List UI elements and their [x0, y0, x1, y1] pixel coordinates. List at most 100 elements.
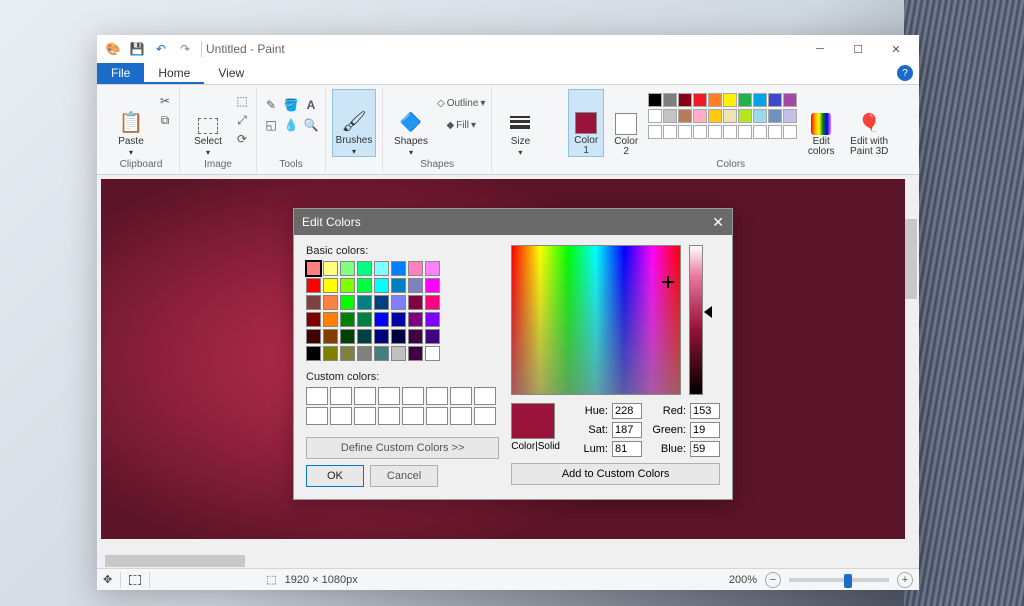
basic-swatch[interactable]	[323, 346, 338, 361]
size-button[interactable]: Size ▾	[498, 89, 542, 157]
basic-swatch[interactable]	[391, 346, 406, 361]
palette-swatch[interactable]	[723, 125, 737, 139]
palette-swatch[interactable]	[648, 125, 662, 139]
basic-swatch[interactable]	[340, 278, 355, 293]
close-icon[interactable]: ✕	[712, 214, 724, 231]
basic-swatch[interactable]	[374, 261, 389, 276]
close-button[interactable]: ✕	[877, 37, 915, 61]
custom-swatch[interactable]	[426, 387, 448, 405]
custom-swatch[interactable]	[450, 407, 472, 425]
basic-swatch[interactable]	[340, 346, 355, 361]
basic-swatch[interactable]	[425, 329, 440, 344]
ok-button[interactable]: OK	[306, 465, 364, 487]
palette-swatch[interactable]	[753, 109, 767, 123]
palette-swatch[interactable]	[693, 109, 707, 123]
rotate-icon[interactable]: ⟳	[234, 131, 250, 147]
palette-swatch[interactable]	[678, 125, 692, 139]
custom-swatch[interactable]	[450, 387, 472, 405]
minimize-button[interactable]: ─	[801, 37, 839, 61]
palette-swatch[interactable]	[723, 109, 737, 123]
palette-swatch[interactable]	[783, 125, 797, 139]
green-input[interactable]	[690, 422, 720, 438]
palette-swatch[interactable]	[663, 109, 677, 123]
paste-button[interactable]: 📋 Paste ▾	[109, 89, 153, 157]
hue-input[interactable]	[612, 403, 642, 419]
palette-swatch[interactable]	[678, 109, 692, 123]
blue-input[interactable]	[690, 441, 720, 457]
basic-swatch[interactable]	[408, 261, 423, 276]
palette-swatch[interactable]	[663, 125, 677, 139]
help-icon[interactable]: ?	[897, 65, 913, 81]
basic-swatch[interactable]	[357, 295, 372, 310]
save-icon[interactable]: 💾	[129, 41, 145, 57]
basic-swatch[interactable]	[340, 312, 355, 327]
basic-swatch[interactable]	[391, 261, 406, 276]
basic-swatch[interactable]	[374, 278, 389, 293]
magnify-icon[interactable]: 🔍	[303, 117, 319, 133]
basic-swatch[interactable]	[425, 295, 440, 310]
custom-swatch[interactable]	[426, 407, 448, 425]
palette-swatch[interactable]	[723, 93, 737, 107]
color2-button[interactable]: Color 2	[608, 89, 644, 157]
custom-swatch[interactable]	[402, 387, 424, 405]
palette-swatch[interactable]	[768, 93, 782, 107]
palette-swatch[interactable]	[708, 125, 722, 139]
basic-swatch[interactable]	[357, 329, 372, 344]
palette-swatch[interactable]	[738, 109, 752, 123]
custom-swatch[interactable]	[474, 407, 496, 425]
basic-swatch[interactable]	[340, 261, 355, 276]
basic-swatch[interactable]	[391, 295, 406, 310]
basic-swatch[interactable]	[306, 346, 321, 361]
horizontal-scrollbar[interactable]	[101, 554, 903, 568]
custom-swatch[interactable]	[378, 407, 400, 425]
outline-button[interactable]: ◇Outline▾	[437, 95, 485, 111]
zoom-out-button[interactable]: −	[765, 572, 781, 588]
basic-swatch[interactable]	[357, 312, 372, 327]
basic-swatch[interactable]	[408, 346, 423, 361]
basic-swatch[interactable]	[340, 295, 355, 310]
basic-swatch[interactable]	[408, 312, 423, 327]
text-icon[interactable]: A	[303, 97, 319, 113]
palette-swatch[interactable]	[648, 93, 662, 107]
custom-swatch[interactable]	[330, 387, 352, 405]
crop-icon[interactable]: ⬚	[234, 93, 250, 109]
basic-swatch[interactable]	[391, 278, 406, 293]
resize-icon[interactable]: ⤢	[234, 112, 250, 128]
dialog-titlebar[interactable]: Edit Colors ✕	[294, 209, 732, 235]
palette-swatch[interactable]	[693, 93, 707, 107]
undo-icon[interactable]: ↶	[153, 41, 169, 57]
palette-swatch[interactable]	[753, 125, 767, 139]
vertical-scrollbar[interactable]	[905, 179, 919, 554]
custom-swatch[interactable]	[306, 407, 328, 425]
define-custom-button[interactable]: Define Custom Colors >>	[306, 437, 499, 459]
sat-input[interactable]	[612, 422, 642, 438]
picker-icon[interactable]: 💧	[283, 117, 299, 133]
palette-swatch[interactable]	[783, 109, 797, 123]
basic-swatch[interactable]	[306, 295, 321, 310]
eraser-icon[interactable]: ◱	[263, 117, 279, 133]
scrollbar-thumb[interactable]	[105, 555, 245, 567]
red-input[interactable]	[690, 403, 720, 419]
basic-swatch[interactable]	[408, 329, 423, 344]
basic-swatch[interactable]	[425, 278, 440, 293]
copy-icon[interactable]: ⧉	[157, 112, 173, 128]
palette-swatch[interactable]	[783, 93, 797, 107]
basic-swatch[interactable]	[323, 295, 338, 310]
lum-input[interactable]	[612, 441, 642, 457]
palette-swatch[interactable]	[768, 125, 782, 139]
cancel-button[interactable]: Cancel	[370, 465, 438, 487]
basic-swatch[interactable]	[374, 346, 389, 361]
basic-swatch[interactable]	[357, 346, 372, 361]
basic-swatch[interactable]	[425, 261, 440, 276]
basic-swatch[interactable]	[306, 329, 321, 344]
basic-swatch[interactable]	[323, 329, 338, 344]
luminance-arrow-icon[interactable]	[704, 306, 712, 318]
custom-swatch[interactable]	[402, 407, 424, 425]
zoom-slider[interactable]	[789, 578, 889, 582]
basic-swatch[interactable]	[306, 278, 321, 293]
palette-swatch[interactable]	[648, 109, 662, 123]
fill-button[interactable]: ◆Fill▾	[437, 117, 485, 133]
basic-swatch[interactable]	[357, 261, 372, 276]
color-field[interactable]	[511, 245, 681, 395]
zoom-thumb[interactable]	[844, 574, 852, 588]
